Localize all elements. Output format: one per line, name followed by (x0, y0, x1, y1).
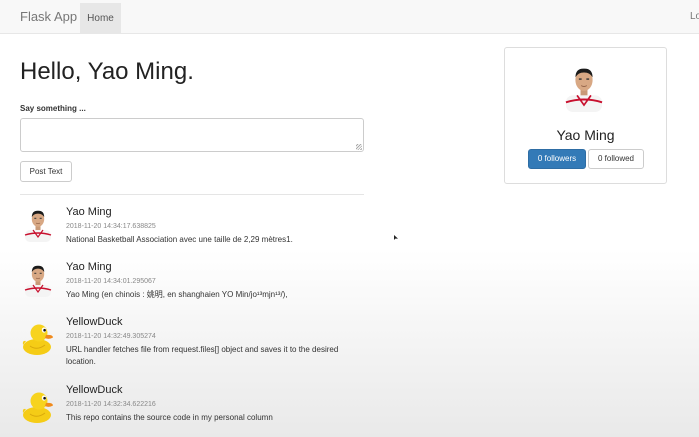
followers-button[interactable]: 0 followers (528, 149, 586, 169)
post-item: Yao Ming 2018-11-20 14:34:17.638825 Nati… (20, 206, 380, 248)
post-item: Yao Ming 2018-11-20 14:34:01.295067 Yao … (20, 261, 380, 303)
profile-card: Yao Ming 0 followers 0 followed (504, 47, 667, 184)
page-title: Hello, Yao Ming. (20, 58, 194, 85)
post-body: URL handler fetches file from request.fi… (66, 345, 339, 366)
followed-button[interactable]: 0 followed (588, 149, 644, 169)
navbar-brand[interactable]: Flask App (20, 9, 77, 24)
nav-home-link[interactable]: Home (80, 3, 121, 34)
post-author[interactable]: YellowDuck (66, 384, 122, 396)
post-timestamp: 2018-11-20 14:32:49.305274 (66, 333, 156, 340)
divider (20, 194, 364, 195)
post-text-button[interactable]: Post Text (20, 161, 72, 182)
post-item: YellowDuck 2018-11-20 14:32:34.622216 Th… (20, 384, 380, 426)
mouse-cursor-icon (394, 235, 398, 240)
post-author[interactable]: Yao Ming (66, 206, 112, 218)
post-timestamp: 2018-11-20 14:34:17.638825 (66, 223, 156, 230)
yellow-duck-avatar-icon[interactable] (20, 320, 56, 356)
yao-ming-avatar-icon[interactable] (20, 261, 56, 297)
post-textarea[interactable] (20, 118, 364, 152)
post-author[interactable]: Yao Ming (66, 261, 112, 273)
navbar: Flask App Home Login (0, 0, 699, 34)
yao-ming-avatar-icon[interactable] (20, 206, 56, 242)
yellow-duck-avatar-icon[interactable] (20, 388, 56, 424)
post-body: This repo contains the source code in my… (66, 413, 273, 422)
post-item: YellowDuck 2018-11-20 14:32:49.305274 UR… (20, 316, 380, 372)
post-author[interactable]: YellowDuck (66, 316, 122, 328)
textarea-resize-handle[interactable] (356, 144, 362, 150)
profile-name: Yao Ming (556, 127, 615, 143)
nav-login-link[interactable]: Login (690, 11, 699, 22)
post-timestamp: 2018-11-20 14:34:01.295067 (66, 278, 156, 285)
post-timestamp: 2018-11-20 14:32:34.622216 (66, 401, 156, 408)
post-body: National Basketball Association avec une… (66, 235, 293, 244)
post-field-label: Say something ... (20, 104, 86, 113)
profile-avatar-icon (558, 62, 610, 112)
post-body: Yao Ming (en chinois : 姚明, en shanghaien… (66, 290, 288, 299)
